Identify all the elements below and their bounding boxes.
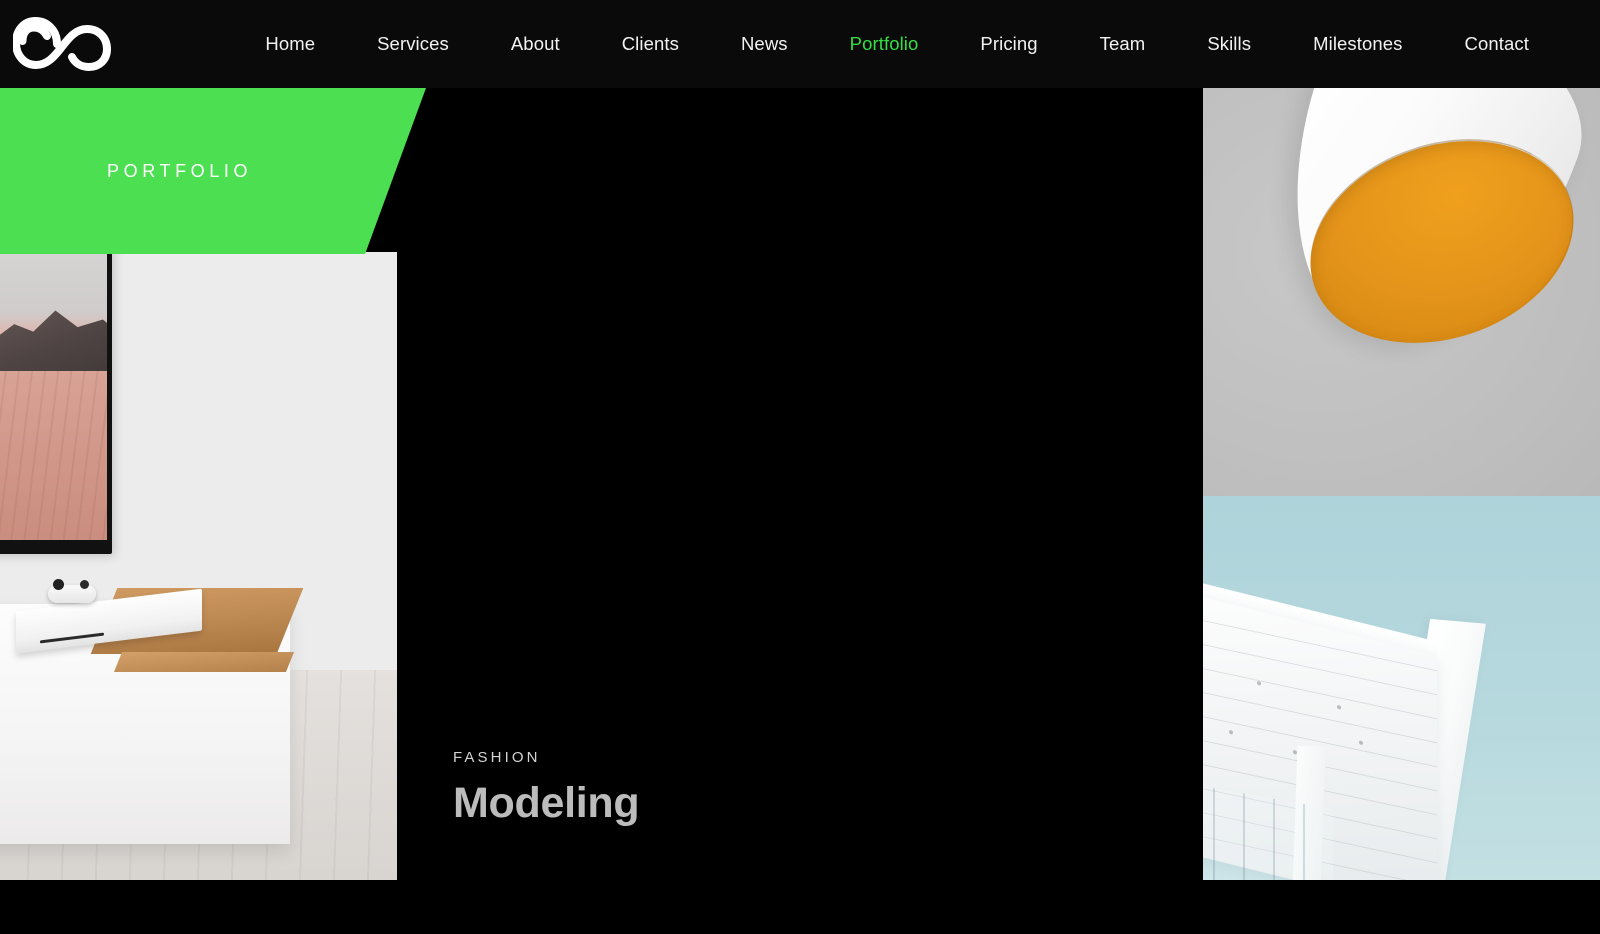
nav-item-services[interactable]: Services (377, 25, 449, 63)
gallery-tile-pendant-lamp[interactable] (1203, 88, 1600, 496)
portfolio-banner: PORTFOLIO (0, 88, 426, 254)
nav-item-milestones[interactable]: Milestones (1313, 25, 1402, 63)
portfolio-banner-label: PORTFOLIO (107, 160, 253, 181)
featured-title: Modeling (453, 779, 640, 827)
nav-item-news[interactable]: News (741, 25, 788, 63)
gallery-tile-architecture[interactable] (1203, 496, 1600, 880)
television (0, 252, 112, 554)
site-logo[interactable] (0, 0, 130, 88)
game-controller (48, 579, 96, 603)
gallery-tile-living-room[interactable] (0, 252, 397, 880)
cabinet-wood-edge (113, 652, 295, 672)
portfolio-stage: PORTFOLIO FASHION Modeling (0, 88, 1600, 934)
nav-item-team[interactable]: Team (1100, 25, 1146, 63)
nav-item-contact[interactable]: Contact (1465, 25, 1529, 63)
nav-item-home[interactable]: Home (265, 25, 315, 63)
featured-caption: FASHION Modeling (453, 749, 640, 827)
featured-project-panel[interactable]: FASHION Modeling (397, 88, 1203, 880)
site-header: Home Services About Clients News Portfol… (0, 0, 1600, 88)
infinity-loop-logo-icon (13, 16, 117, 72)
nav-item-clients[interactable]: Clients (622, 25, 679, 63)
main-navigation: Home Services About Clients News Portfol… (130, 0, 1600, 88)
nav-item-pricing[interactable]: Pricing (980, 25, 1037, 63)
nav-item-portfolio[interactable]: Portfolio (850, 25, 919, 63)
tv-screen-wallpaper (0, 252, 107, 540)
nav-item-skills[interactable]: Skills (1207, 25, 1251, 63)
featured-category: FASHION (453, 749, 541, 766)
nav-item-about[interactable]: About (511, 25, 560, 63)
